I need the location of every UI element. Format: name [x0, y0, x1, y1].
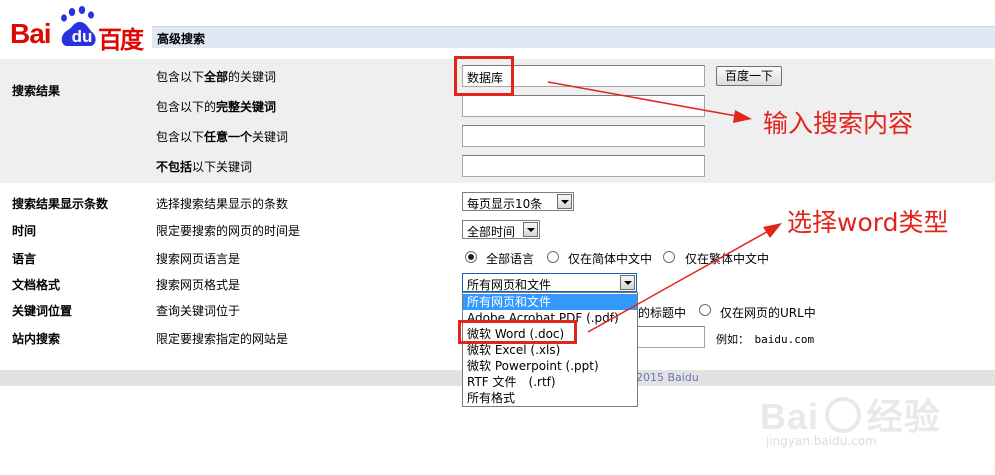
- chevron-down-icon[interactable]: [620, 275, 635, 290]
- row-label-bold: 不包括: [156, 160, 193, 174]
- row-label-prefix: 包含以下的: [156, 100, 217, 114]
- logo-text-du: du: [71, 27, 93, 46]
- any-word-input[interactable]: [462, 125, 705, 147]
- radio-simplified-chinese[interactable]: [547, 251, 559, 263]
- chevron-down-icon[interactable]: [557, 194, 572, 209]
- watermark-paw-icon: [824, 397, 861, 433]
- desc-time: 限定要搜索的网页的时间是: [156, 224, 301, 238]
- watermark-brand-cn: 经验: [866, 396, 941, 437]
- row-label-suffix: 以下关键词: [192, 160, 253, 174]
- arrow-head-format-note: [763, 223, 782, 238]
- option-powerpoint[interactable]: 微软 Powerpoint (.ppt): [463, 358, 637, 374]
- doc-format-dropdown-list[interactable]: 所有网页和文件 Adobe Acrobat PDF (.pdf) 微软 Word…: [462, 292, 638, 407]
- annotation-format-note: 选择word类型: [787, 208, 949, 237]
- result-count-value: 每页显示10条: [467, 197, 543, 211]
- title-bar: 高级搜索: [152, 26, 995, 48]
- radio-label-in-title: 的标题中: [638, 306, 687, 320]
- watermark-url: jingyan.baidu.com: [766, 434, 877, 448]
- site-input[interactable]: [634, 326, 705, 348]
- highlight-box-search-input: [454, 56, 514, 96]
- radio-label-in-url: 仅在网页的URL中: [720, 306, 816, 320]
- chevron-down-icon[interactable]: [523, 222, 538, 237]
- row-label-all-words: 包含以下全部的关键词: [156, 68, 276, 85]
- baidu-logo[interactable]: Bai du 百度: [10, 6, 150, 54]
- label-keyword-position: 关键词位置: [12, 304, 73, 318]
- doc-format-value: 所有网页和文件: [467, 278, 552, 292]
- row-label-suffix: 的关键词: [228, 70, 277, 84]
- row-label-bold: 全部: [204, 70, 229, 84]
- radio-label-traditional-chinese: 仅在繁体中文中: [685, 252, 770, 266]
- label-result-count: 搜索结果显示条数: [12, 197, 109, 211]
- doc-format-select[interactable]: 所有网页和文件: [462, 273, 637, 292]
- exclude-words-input[interactable]: [462, 155, 705, 177]
- desc-site-search: 限定要搜索指定的网站是: [156, 332, 289, 346]
- label-doc-format: 文档格式: [12, 278, 61, 292]
- desc-doc-format: 搜索网页格式是: [156, 278, 241, 292]
- row-label-bold: 完整关键词: [216, 100, 277, 114]
- search-button[interactable]: 百度一下: [716, 66, 782, 86]
- radio-label-all-languages: 全部语言: [486, 252, 535, 266]
- section-label-search-results: 搜索结果: [12, 84, 61, 98]
- logo-text-cn: 百度: [98, 26, 144, 54]
- logo-text-bai: Bai: [10, 18, 52, 49]
- row-label-prefix: 包含以下: [156, 130, 205, 144]
- option-all-formats[interactable]: 所有格式: [463, 390, 637, 406]
- radio-label-simplified-chinese: 仅在简体中文中: [568, 252, 653, 266]
- radio-traditional-chinese[interactable]: [663, 251, 675, 263]
- label-language: 语言: [12, 252, 37, 266]
- annotation-input-note: 输入搜索内容: [763, 109, 914, 138]
- row-label-exclude-words: 不包括以下关键词: [156, 158, 252, 175]
- radio-all-languages[interactable]: [465, 251, 477, 263]
- highlight-box-word-option: [458, 320, 577, 344]
- page-title: 高级搜索: [157, 32, 206, 46]
- option-rtf[interactable]: RTF 文件 (.rtf): [463, 374, 637, 390]
- time-select[interactable]: 全部时间: [462, 220, 540, 239]
- row-label-any-word: 包含以下任意一个关键词: [156, 128, 288, 145]
- site-example: 例如： baidu.com: [716, 333, 815, 346]
- exact-phrase-input[interactable]: [462, 95, 705, 117]
- jingyan-watermark: Bai 经验 jingyan.baidu.com: [760, 388, 941, 448]
- radio-in-url[interactable]: [699, 304, 711, 316]
- watermark-brand-latin: Bai: [760, 396, 820, 437]
- row-label-exact-phrase: 包含以下的完整关键词: [156, 98, 276, 115]
- desc-result-count: 选择搜索结果显示的条数: [156, 197, 289, 211]
- option-excel[interactable]: 微软 Excel (.xls): [463, 342, 637, 358]
- label-site-search: 站内搜索: [12, 332, 61, 346]
- row-label-bold: 任意一个: [204, 130, 253, 144]
- row-label-suffix: 关键词: [252, 130, 289, 144]
- result-count-select[interactable]: 每页显示10条: [462, 192, 574, 211]
- option-all-web-files[interactable]: 所有网页和文件: [463, 294, 637, 310]
- desc-language: 搜索网页语言是: [156, 252, 241, 266]
- desc-keyword-position: 查询关键词位于: [156, 304, 241, 318]
- copyright: 2015 Baidu: [636, 371, 699, 384]
- time-value: 全部时间: [467, 225, 516, 239]
- label-time: 时间: [12, 224, 37, 238]
- row-label-prefix: 包含以下: [156, 70, 205, 84]
